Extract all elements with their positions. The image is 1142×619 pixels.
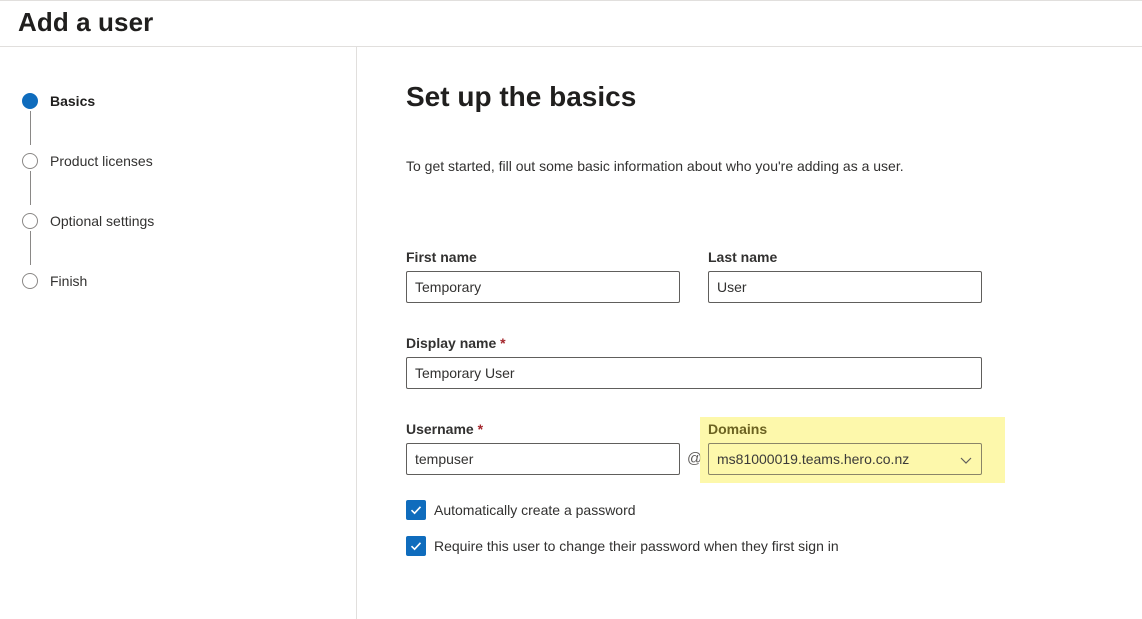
page-title: Add a user [18, 7, 154, 37]
first-name-input[interactable] [406, 271, 680, 303]
checkmark-icon [410, 542, 422, 551]
checkmark-icon [410, 506, 422, 515]
empty-circle-icon [22, 153, 38, 169]
username-input[interactable] [406, 443, 680, 475]
filled-circle-icon [22, 93, 38, 109]
step-label: Product licenses [50, 153, 153, 169]
display-name-label: Display name * [406, 335, 506, 351]
section-intro: To get started, fill out some basic info… [406, 158, 904, 174]
page-header: Add a user [0, 1, 1142, 47]
require-change-label: Require this user to change their passwo… [434, 538, 839, 554]
auto-password-row[interactable]: Automatically create a password [406, 500, 636, 520]
required-asterisk: * [500, 335, 506, 351]
step-label: Basics [50, 93, 96, 109]
step-connector [29, 171, 31, 205]
empty-circle-icon [22, 273, 38, 289]
step-connector [29, 111, 31, 145]
step-connector [29, 231, 31, 265]
domains-selected-value: ms81000019.teams.hero.co.nz [717, 451, 910, 467]
require-change-row[interactable]: Require this user to change their passwo… [406, 536, 839, 556]
add-user-page: Add a user Basics Product licenses Optio… [0, 0, 1142, 619]
last-name-label: Last name [708, 249, 778, 265]
step-label: Finish [50, 273, 88, 289]
username-label: Username * [406, 421, 483, 437]
username-label-text: Username [406, 421, 474, 437]
display-name-label-text: Display name [406, 335, 497, 351]
required-asterisk: * [477, 421, 484, 437]
last-name-input[interactable] [708, 271, 982, 303]
first-name-label: First name [406, 249, 477, 265]
auto-password-label: Automatically create a password [434, 502, 636, 518]
step-label: Optional settings [50, 213, 155, 229]
domains-dropdown[interactable]: ms81000019.teams.hero.co.nz [708, 443, 982, 475]
display-name-input[interactable] [406, 357, 982, 389]
auto-password-checkbox[interactable] [406, 500, 426, 520]
section-title: Set up the basics [406, 81, 637, 112]
wizard-stepper: Basics Product licenses Optional setting… [0, 47, 357, 619]
empty-circle-icon [22, 213, 38, 229]
require-change-checkbox[interactable] [406, 536, 426, 556]
domains-label: Domains [708, 421, 768, 437]
chevron-down-icon [960, 457, 972, 464]
